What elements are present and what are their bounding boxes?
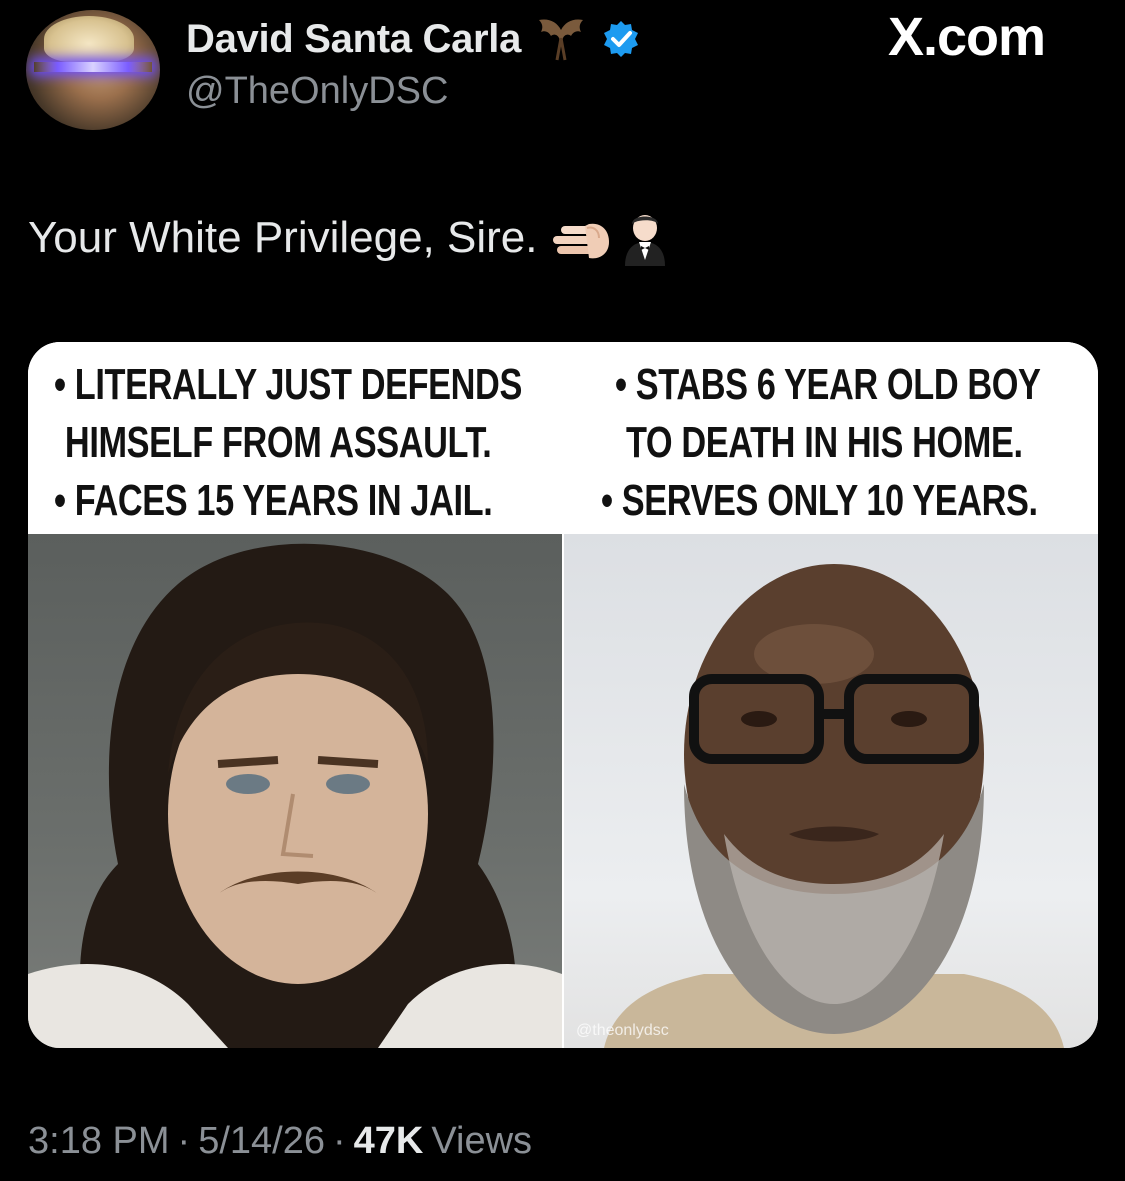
site-label: X.com [888, 7, 1046, 67]
right-facing-hand-emoji [549, 210, 610, 266]
user-handle[interactable]: @TheOnlyDSC [186, 70, 448, 113]
separator-dot: · [332, 1120, 346, 1162]
tweet-body: Your White Privilege, Sire. [28, 210, 673, 266]
display-name[interactable]: David Santa Carla [186, 17, 521, 62]
avatar-laser-eyes [34, 62, 152, 72]
left-caption-line: • LITERALLY JUST DEFENDS [54, 360, 522, 409]
image-watermark: @theonlydsc [576, 1022, 669, 1039]
right-caption: • STABS 6 YEAR OLD BOY TO DEATH IN HIS H… [601, 356, 1041, 530]
left-caption: • LITERALLY JUST DEFENDS HIMSELF FROM AS… [54, 356, 522, 530]
views-label: Views [431, 1120, 533, 1162]
verified-badge-icon[interactable] [601, 19, 641, 59]
views-count[interactable]: 47K [354, 1120, 424, 1163]
left-caption-line: • FACES 15 YEARS IN JAIL. [54, 476, 493, 525]
avatar-hair [44, 16, 134, 62]
tweet-footer: 3:18 PM · 5/14/26 · 47K Views [28, 1120, 532, 1163]
bat-icon [533, 16, 589, 62]
tweet-text: Your White Privilege, Sire. [28, 213, 538, 262]
tweet-media-image[interactable]: • LITERALLY JUST DEFENDS HIMSELF FROM AS… [28, 342, 1098, 1048]
right-caption-line: • STABS 6 YEAR OLD BOY [615, 360, 1041, 409]
right-caption-line: TO DEATH IN HIS HOME. [625, 418, 1023, 467]
name-row: David Santa Carla [186, 14, 641, 64]
right-caption-line: • SERVES ONLY 10 YEARS. [601, 476, 1038, 525]
tweet-time[interactable]: 3:18 PM [28, 1120, 170, 1163]
tweet-date[interactable]: 5/14/26 [198, 1120, 325, 1163]
tweet-header: David Santa Carla @TheOnlyDSC X.com [0, 0, 1125, 150]
right-mugshot-photo [564, 534, 1098, 1048]
person-in-tuxedo-emoji [617, 210, 673, 266]
left-mugshot-photo [28, 534, 562, 1048]
avatar[interactable] [26, 10, 160, 130]
separator-dot: · [177, 1120, 191, 1162]
left-caption-line: HIMSELF FROM ASSAULT. [64, 418, 492, 467]
